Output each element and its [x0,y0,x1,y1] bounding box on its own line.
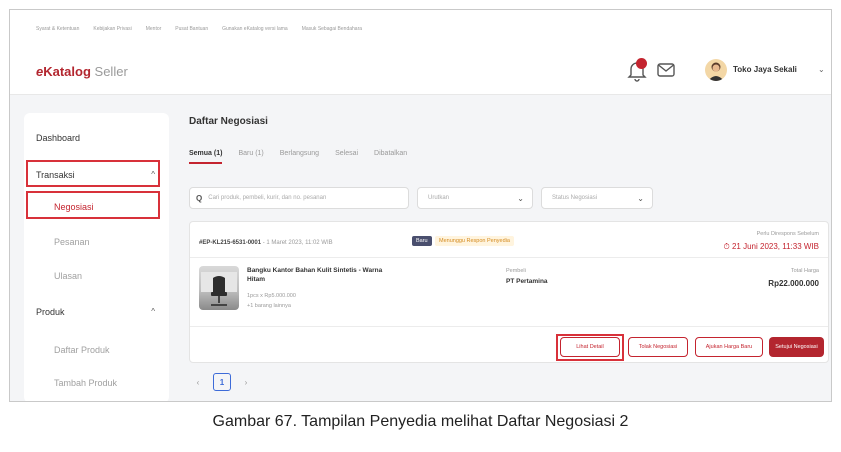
total-value: Rp22.000.000 [768,279,819,288]
due-date: ⏱ 21 Juni 2023, 11:33 WIB [723,242,819,251]
chevron-down-icon[interactable]: ⌄ [818,65,825,74]
ekatalog-logo[interactable]: eKatalog Seller [36,64,128,79]
divider [190,257,828,258]
tab-semua[interactable]: Semua (1) [189,150,223,164]
top-link-mentor[interactable]: Mentor [146,26,162,32]
accept-negotiation-button[interactable]: Setujui Negosiasi [769,337,824,357]
buyer-label: Pembeli [506,268,526,274]
sidebar-item-daftar-produk[interactable]: Daftar Produk [24,345,169,355]
app-header: eKatalog Seller Toko Jaya Sekali ⌄ [10,48,831,95]
sort-select[interactable]: Urutkan ⌄ [417,187,533,209]
tab-dibatalkan[interactable]: Dibatalkan [374,150,407,157]
prev-page-button[interactable]: ‹ [189,373,207,391]
notification-badge [636,58,647,69]
mail-icon[interactable] [657,63,675,82]
negotiation-card: #EP-KL215-6531-0001 - 1 Maret 2023, 11:0… [189,221,829,363]
page-1-button[interactable]: 1 [213,373,231,391]
highlight-transaksi [26,160,160,187]
store-name[interactable]: Toko Jaya Sekali [733,65,797,74]
product-thumbnail[interactable] [199,266,239,310]
chevron-up-icon: ^ [151,307,155,316]
product-quantity: 1pcs x Rp5.000.000 [247,293,296,299]
sidebar-item-produk[interactable]: Produk ^ [24,307,169,317]
sidebar: Dashboard Transaksi ^ Negosiasi Pesanan … [24,113,169,401]
total-label: Total Harga [790,268,819,274]
top-link-treasurer[interactable]: Masuk Sebagai Bendahara [302,26,362,32]
chevron-down-icon: ⌄ [517,194,524,203]
top-link-old-version[interactable]: Gunakan eKatalog versi lama [222,26,288,32]
page-title: Daftar Negosiasi [189,116,268,127]
order-date: - 1 Maret 2023, 11:02 WIB [261,240,333,246]
buyer-name: PT Pertamina [506,278,548,285]
propose-price-button[interactable]: Ajukan Harga Baru [695,337,763,357]
due-label: Perlu Direspons Sebelum [756,231,819,237]
reject-negotiation-button[interactable]: Tolak Negosiasi [628,337,688,357]
order-id: #EP-KL215-6531-0001 - 1 Maret 2023, 11:0… [199,240,333,246]
avatar[interactable] [705,59,727,81]
divider [190,326,828,327]
tabs: Semua (1) Baru (1) Berlangsung Selesai D… [189,150,407,164]
chevron-down-icon: ⌄ [637,194,644,203]
figure-caption: Gambar 67. Tampilan Penyedia melihat Daf… [212,413,629,430]
highlight-view-detail [556,334,624,361]
highlight-negosiasi [26,191,160,219]
next-page-button[interactable]: › [237,373,255,391]
tab-berlangsung[interactable]: Berlangsung [280,150,319,157]
sidebar-item-pesanan[interactable]: Pesanan [24,237,169,247]
new-badge: Baru [412,236,432,246]
top-links-bar: Syarat & Ketentuan Kebijakan Privasi Men… [10,10,831,48]
top-link-privacy[interactable]: Kebijakan Privasi [93,26,131,32]
sidebar-item-tambah-produk[interactable]: Tambah Produk [24,378,169,388]
search-input[interactable]: Q Cari produk, pembeli, kurir, dan no. p… [189,187,409,209]
search-placeholder: Cari produk, pembeli, kurir, dan no. pes… [208,195,327,201]
more-items: +1 barang lainnya [247,303,291,309]
product-name[interactable]: Bangku Kantor Bahan Kulit Sintetis - War… [247,266,387,284]
search-icon: Q [196,193,203,203]
top-link-terms[interactable]: Syarat & Ketentuan [36,26,79,32]
tab-baru[interactable]: Baru (1) [238,150,263,157]
sidebar-item-ulasan[interactable]: Ulasan [24,271,169,281]
status-select[interactable]: Status Negosiasi ⌄ [541,187,653,209]
top-link-help[interactable]: Pusat Bantuan [175,26,208,32]
pagination: ‹ 1 › [189,373,255,391]
notification-bell-icon[interactable] [627,58,649,82]
status-badge: Menunggu Respon Penyedia [435,236,514,246]
sidebar-item-dashboard[interactable]: Dashboard [24,133,169,143]
tab-selesai[interactable]: Selesai [335,150,358,157]
screenshot-frame: Syarat & Ketentuan Kebijakan Privasi Men… [9,9,832,402]
